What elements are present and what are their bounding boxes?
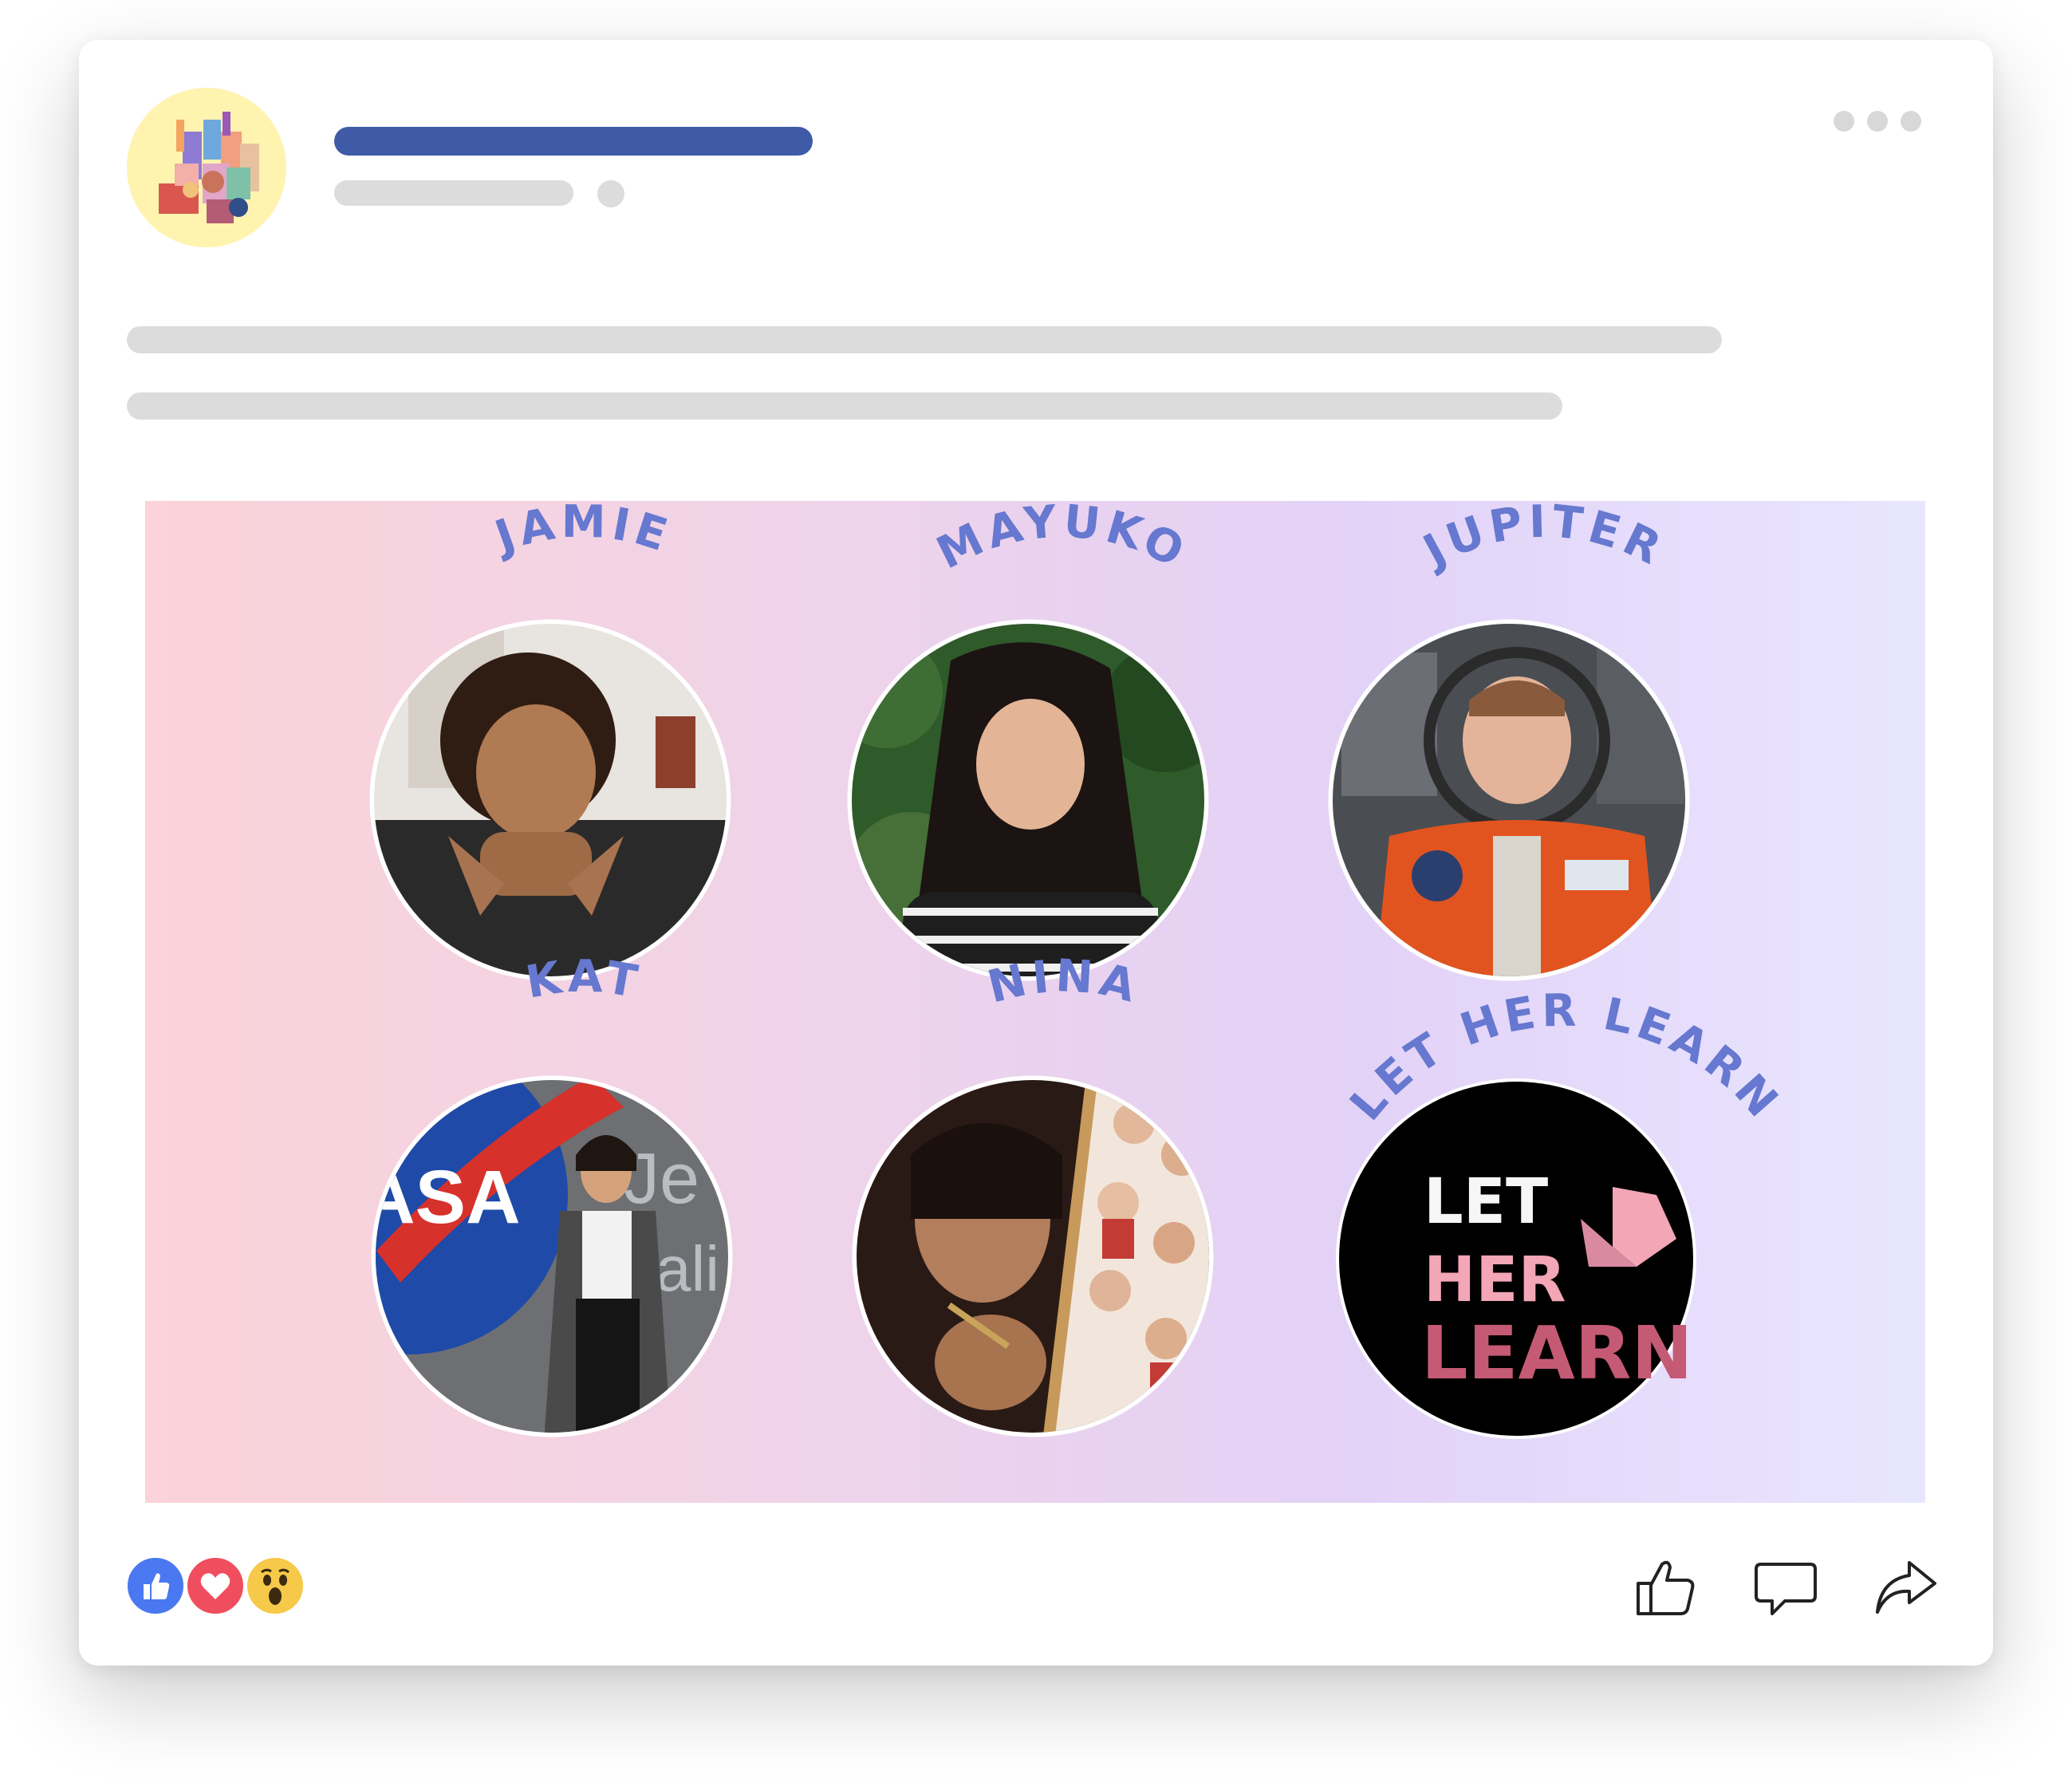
- comment-icon: [1755, 1563, 1817, 1615]
- more-options-icon: [1901, 111, 1921, 132]
- thumbs-up-icon: [1637, 1560, 1695, 1615]
- reactions-summary[interactable]: [125, 1555, 309, 1619]
- like-button[interactable]: [1630, 1551, 1702, 1623]
- post-text-line: [127, 392, 1562, 420]
- page-name-placeholder[interactable]: [334, 127, 813, 156]
- kat-photo: ASA Je ali: [376, 1080, 728, 1433]
- logo-line-her: HER: [1424, 1244, 1566, 1316]
- mayuko-photo: [852, 624, 1204, 976]
- profile-name-kat: KAT: [522, 951, 646, 1009]
- community-illustration-icon: [159, 112, 259, 223]
- like-reaction-icon: [125, 1555, 186, 1616]
- more-options-icon: [1834, 111, 1854, 132]
- share-arrow-icon: [1876, 1561, 1936, 1614]
- jupiter-photo: [1333, 624, 1685, 976]
- logo-line-learn: LEARN: [1421, 1311, 1693, 1396]
- privacy-icon: [597, 180, 624, 207]
- svg-text:Je: Je: [624, 1139, 699, 1219]
- post-card: ASA Je ali LET HER LEARN JAMIE MAYUKO JU…: [79, 40, 1993, 1666]
- post-image[interactable]: ASA Je ali LET HER LEARN JAMIE MAYUKO JU…: [145, 501, 1925, 1503]
- comment-button[interactable]: [1750, 1551, 1822, 1623]
- post-timestamp-placeholder: [334, 180, 573, 206]
- profile-name-nina: NINA: [983, 950, 1145, 1014]
- love-reaction-icon: [185, 1555, 246, 1616]
- svg-text:ali: ali: [656, 1233, 719, 1304]
- more-options-button[interactable]: [1834, 105, 1921, 137]
- more-options-icon: [1867, 111, 1888, 132]
- logo-line-let: LET: [1424, 1166, 1548, 1238]
- profile-name-jupiter: JUPITER: [1412, 501, 1672, 579]
- post-text-line: [127, 326, 1722, 353]
- profile-name-mayuko: MAYUKO: [929, 501, 1196, 580]
- profile-name-jamie: JAMIE: [486, 501, 678, 565]
- page-avatar[interactable]: [127, 88, 286, 247]
- wow-reaction-icon: [245, 1555, 305, 1616]
- profiles-graphic: ASA Je ali LET HER LEARN JAMIE MAYUKO JU…: [369, 501, 1786, 1439]
- share-button[interactable]: [1869, 1551, 1941, 1623]
